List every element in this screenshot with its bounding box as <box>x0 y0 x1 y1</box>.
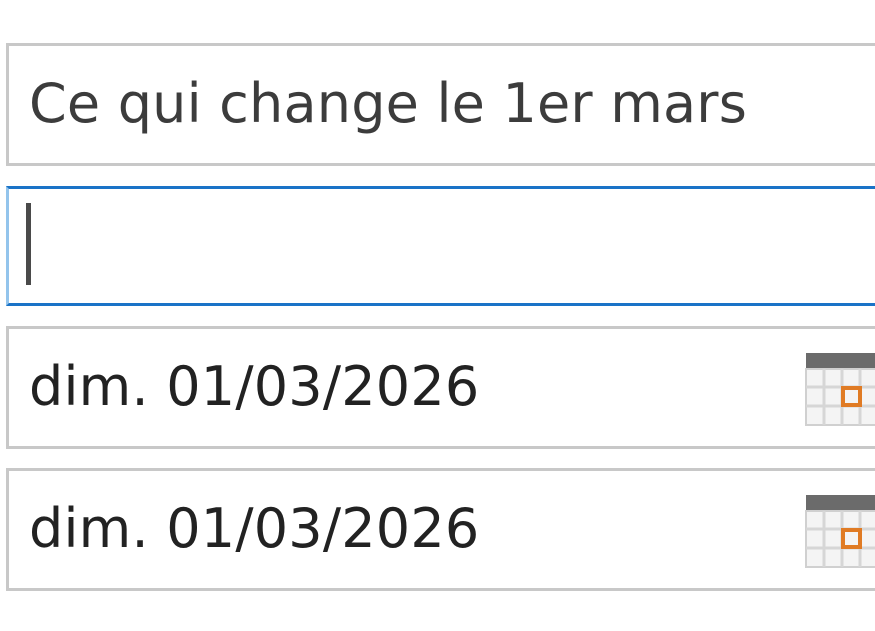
end-date-picker-button[interactable] <box>804 493 875 571</box>
location-field[interactable] <box>6 186 875 306</box>
event-form: Ce qui change le 1er mars dim. 01/03/202… <box>0 0 875 631</box>
start-date-field[interactable]: dim. 01/03/2026 <box>6 326 875 449</box>
text-caret <box>26 203 31 285</box>
subject-field[interactable]: Ce qui change le 1er mars <box>6 43 875 166</box>
start-date-picker-button[interactable] <box>804 351 875 429</box>
calendar-icon <box>805 495 875 568</box>
end-date-value: dim. 01/03/2026 <box>29 496 480 560</box>
start-date-value: dim. 01/03/2026 <box>29 354 480 418</box>
calendar-icon <box>805 353 875 426</box>
subject-value: Ce qui change le 1er mars <box>29 71 748 135</box>
end-date-field[interactable]: dim. 01/03/2026 <box>6 468 875 591</box>
